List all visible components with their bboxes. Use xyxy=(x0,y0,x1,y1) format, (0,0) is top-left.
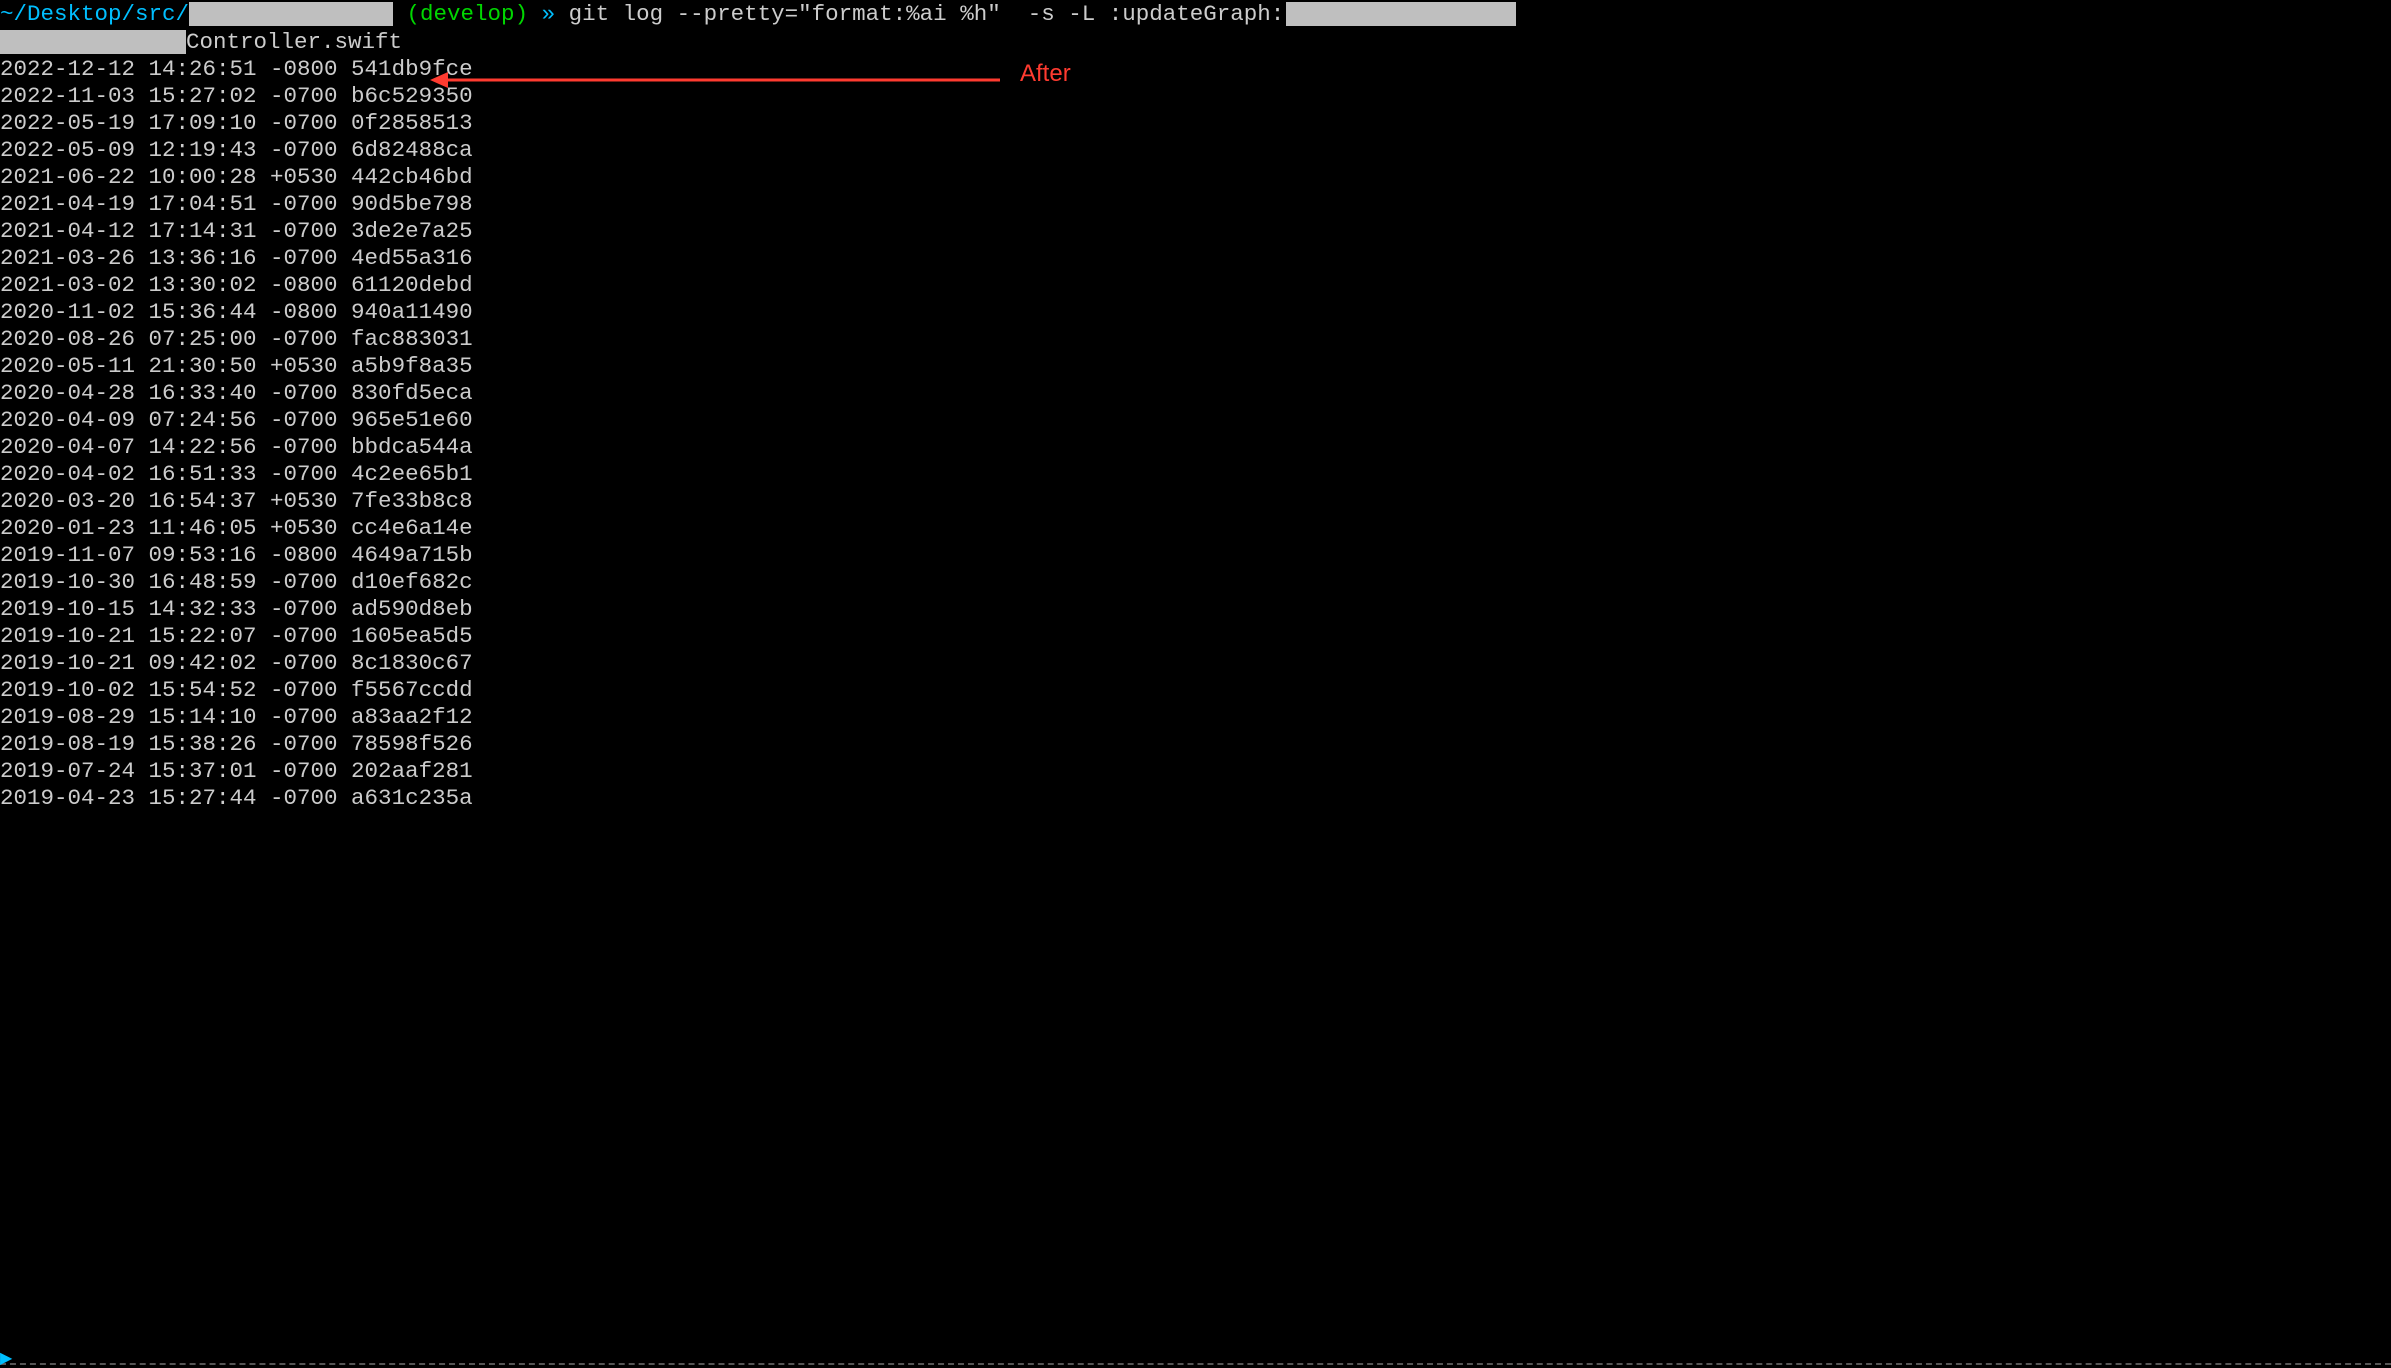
pager-caret-icon: ▶ xyxy=(0,1351,12,1367)
git-log-line[interactable]: 2021-03-02 13:30:02 -0800 61120debd xyxy=(0,272,2391,299)
shell-command-wrap: Controller.swift xyxy=(0,28,2391,56)
git-log-line[interactable]: 2019-10-15 14:32:33 -0700 ad590d8eb xyxy=(0,596,2391,623)
git-log-line[interactable]: 2019-10-02 15:54:52 -0700 f5567ccdd xyxy=(0,677,2391,704)
git-log-line[interactable]: 2019-10-30 16:48:59 -0700 d10ef682c xyxy=(0,569,2391,596)
git-log-line[interactable]: 2019-10-21 09:42:02 -0700 8c1830c67 xyxy=(0,650,2391,677)
git-log-line[interactable]: 2020-01-23 11:46:05 +0530 cc4e6a14e xyxy=(0,515,2391,542)
git-log-line[interactable]: 2019-11-07 09:53:16 -0800 4649a715b xyxy=(0,542,2391,569)
cwd-path: ~/Desktop/src/ xyxy=(0,1,189,28)
git-log-line[interactable]: 2021-04-19 17:04:51 -0700 90d5be798 xyxy=(0,191,2391,218)
prompt-spacer xyxy=(555,1,569,28)
prompt-spacer xyxy=(393,1,407,28)
redacted-path-segment xyxy=(189,2,393,26)
git-log-line[interactable]: 2020-04-07 14:22:56 -0700 bbdca544a xyxy=(0,434,2391,461)
git-log-line[interactable]: 2020-03-20 16:54:37 +0530 7fe33b8c8 xyxy=(0,488,2391,515)
git-log-line[interactable]: 2022-12-12 14:26:51 -0800 541db9fce xyxy=(0,56,2391,83)
wrap-filename-suffix: Controller.swift xyxy=(186,29,402,56)
git-log-line[interactable]: 2020-04-02 16:51:33 -0700 4c2ee65b1 xyxy=(0,461,2391,488)
shell-command: git log --pretty="format:%ai %h" -s -L :… xyxy=(569,1,1285,28)
git-log-line[interactable]: 2021-04-12 17:14:31 -0700 3de2e7a25 xyxy=(0,218,2391,245)
git-log-line[interactable]: 2021-03-26 13:36:16 -0700 4ed55a316 xyxy=(0,245,2391,272)
git-log-line[interactable]: 2021-06-22 10:00:28 +0530 442cb46bd xyxy=(0,164,2391,191)
git-log-line[interactable]: 2019-04-23 15:27:44 -0700 a631c235a xyxy=(0,785,2391,812)
git-log-line[interactable]: 2022-11-03 15:27:02 -0700 b6c529350 xyxy=(0,83,2391,110)
git-log-line[interactable]: 2019-07-24 15:37:01 -0700 202aaf281 xyxy=(0,758,2391,785)
prompt-arrow-icon: » xyxy=(542,1,556,28)
git-log-line[interactable]: 2019-08-19 15:38:26 -0700 78598f526 xyxy=(0,731,2391,758)
git-log-line[interactable]: 2019-08-29 15:14:10 -0700 a83aa2f12 xyxy=(0,704,2391,731)
git-log-line[interactable]: 2020-05-11 21:30:50 +0530 a5b9f8a35 xyxy=(0,353,2391,380)
git-log-line[interactable]: 2022-05-09 12:19:43 -0700 6d82488ca xyxy=(0,137,2391,164)
git-log-line[interactable]: 2020-11-02 15:36:44 -0800 940a11490 xyxy=(0,299,2391,326)
git-log-line[interactable]: 2020-04-28 16:33:40 -0700 830fd5eca xyxy=(0,380,2391,407)
git-log-line[interactable]: 2020-04-09 07:24:56 -0700 965e51e60 xyxy=(0,407,2391,434)
git-log-output[interactable]: 2022-12-12 14:26:51 -0800 541db9fce2022-… xyxy=(0,56,2391,812)
git-log-line[interactable]: 2022-05-19 17:09:10 -0700 0f2858513 xyxy=(0,110,2391,137)
git-log-line[interactable]: 2019-10-21 15:22:07 -0700 1605ea5d5 xyxy=(0,623,2391,650)
git-log-line[interactable]: 2020-08-26 07:25:00 -0700 fac883031 xyxy=(0,326,2391,353)
prompt-spacer xyxy=(528,1,542,28)
pager-separator xyxy=(0,1363,2391,1365)
shell-prompt-line[interactable]: ~/Desktop/src/ (develop) » git log --pre… xyxy=(0,0,2391,28)
redacted-wrap-segment xyxy=(0,30,186,54)
git-branch: (develop) xyxy=(407,1,529,28)
redacted-filename-segment xyxy=(1286,2,1516,26)
